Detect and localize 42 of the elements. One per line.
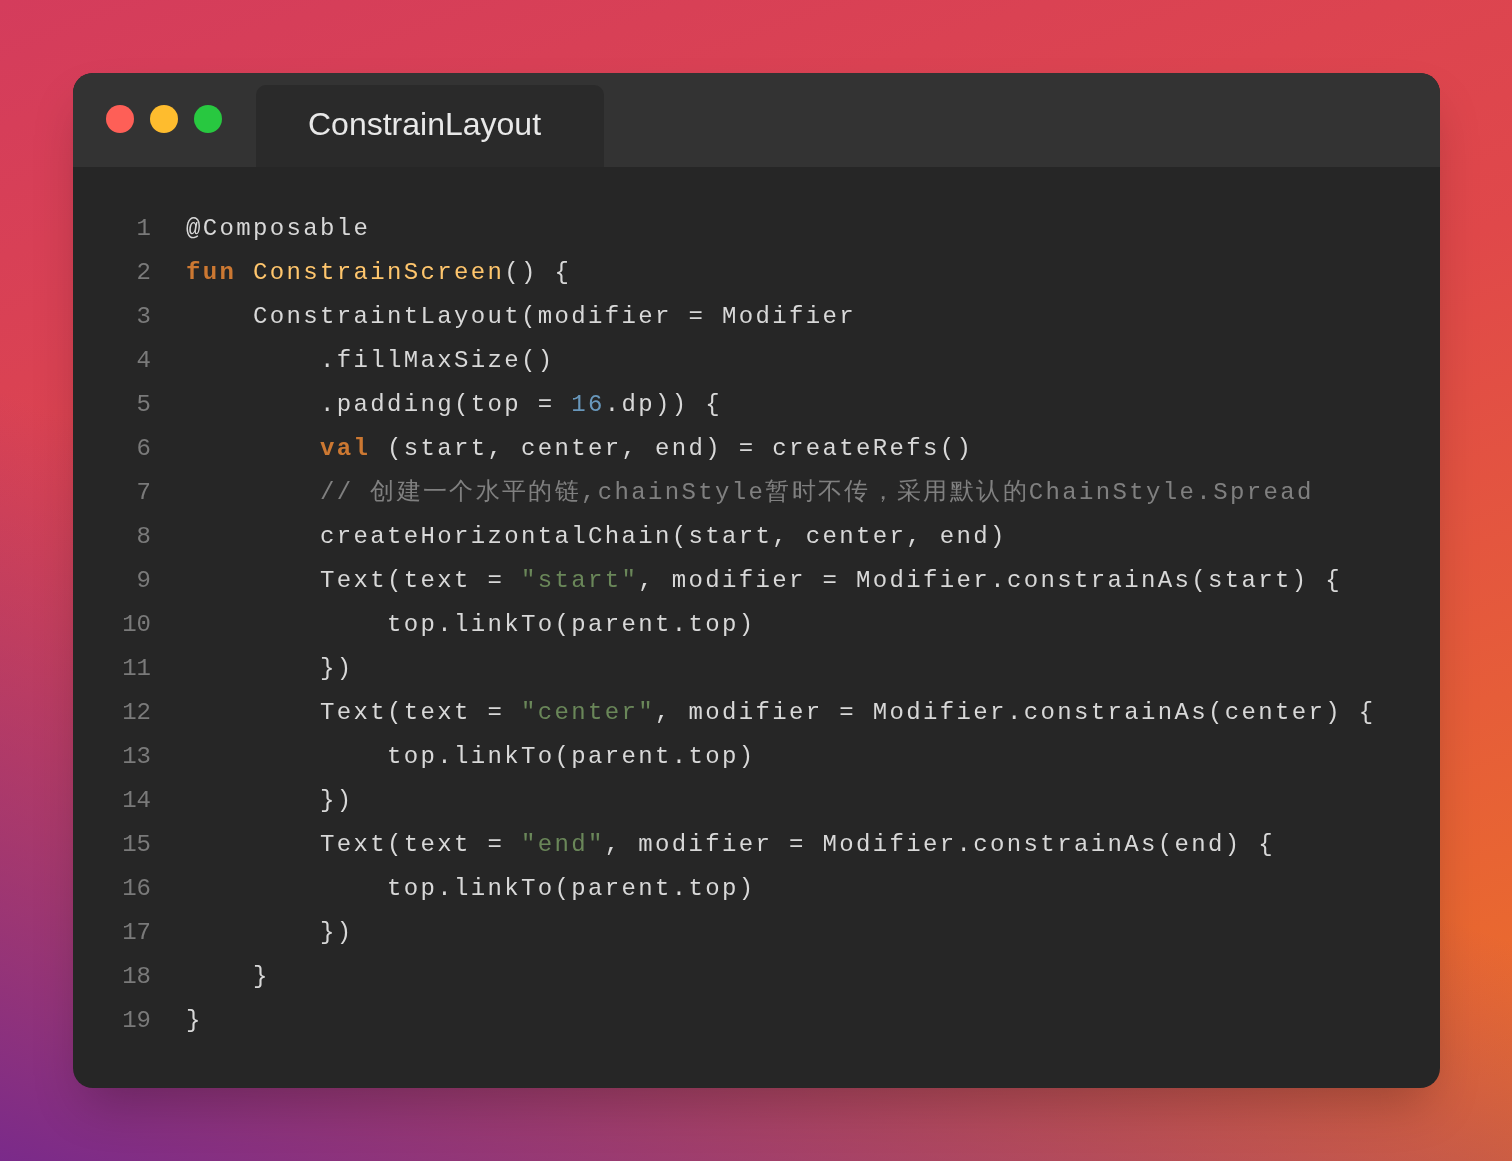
code-line: val (start, center, end) = createRefs(): [319, 434, 974, 464]
line-number: 15: [121, 830, 151, 860]
code-line: }): [319, 918, 354, 948]
code-line: @Composable: [186, 214, 371, 244]
code-line: }): [319, 786, 354, 816]
code-line: ConstraintLayout(modifier = Modifier: [252, 302, 857, 332]
line-number: 12: [121, 698, 151, 728]
line-number: 8: [135, 522, 151, 552]
line-number: 14: [121, 786, 151, 816]
line-number: 3: [135, 302, 151, 332]
line-number: 7: [135, 478, 151, 508]
line-number: 19: [121, 1006, 151, 1036]
line-number: 4: [135, 346, 151, 376]
line-number: 5: [135, 390, 151, 420]
code-line: top.linkTo(parent.top): [386, 742, 756, 772]
code-line: // 创建一个水平的链,chainStyle暂时不传，采用默认的ChainStyle.Spread: [319, 478, 1314, 508]
code-line: fun ConstrainScreen() {: [186, 258, 572, 288]
line-number: 10: [121, 610, 151, 640]
code-line: createHorizontalChain(start, center, end): [319, 522, 1007, 552]
code-line: Text(text = "center", modifier = Modifier.constrainAs(center) {: [319, 698, 1376, 728]
code-line: top.linkTo(parent.top): [386, 610, 756, 640]
close-icon[interactable]: [106, 105, 134, 133]
line-number: 11: [121, 654, 151, 684]
code-line: }: [186, 1006, 203, 1036]
line-number: 6: [135, 434, 151, 464]
line-number: 18: [121, 962, 151, 992]
code-line: Text(text = "end", modifier = Modifier.constrainAs(end) {: [319, 830, 1275, 860]
code-line: }: [252, 962, 270, 992]
line-number: 13: [121, 742, 151, 772]
code-line: top.linkTo(parent.top): [386, 874, 756, 904]
tab[interactable]: ConstrainLayout: [256, 85, 604, 167]
line-number: 9: [135, 566, 151, 596]
line-number: 2: [135, 258, 151, 288]
code-line: Text(text = "start", modifier = Modifier.constrainAs(start) {: [319, 566, 1342, 596]
maximize-icon[interactable]: [194, 105, 222, 133]
line-number: 17: [121, 918, 151, 948]
code-line: }): [319, 654, 354, 684]
code-line: .padding(top = 16.dp)) {: [319, 390, 723, 420]
minimize-icon[interactable]: [150, 105, 178, 133]
code-line: .fillMaxSize(): [319, 346, 555, 376]
line-number: 16: [121, 874, 151, 904]
line-number: 1: [135, 214, 151, 244]
